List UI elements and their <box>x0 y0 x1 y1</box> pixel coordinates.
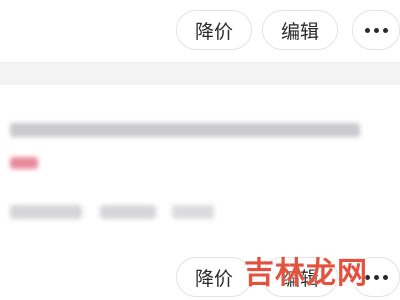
blurred-meta-2 <box>100 205 156 219</box>
listing-card: 降价 编辑 吉林龙网 <box>0 85 400 300</box>
more-button[interactable] <box>352 10 400 50</box>
price-down-label: 降价 <box>194 20 233 43</box>
price-down-button[interactable]: 降价 <box>176 10 252 50</box>
blurred-tag <box>10 157 38 169</box>
watermark: 吉林龙网 <box>244 256 368 291</box>
blurred-title-line <box>10 123 360 137</box>
edit-label: 编辑 <box>280 20 319 43</box>
blurred-meta-3 <box>172 205 214 219</box>
blurred-meta-1 <box>10 205 82 219</box>
price-down-label: 降价 <box>194 267 233 290</box>
price-down-button[interactable]: 降价 <box>176 257 252 297</box>
top-action-bar: 降价 编辑 <box>0 0 400 62</box>
section-separator <box>0 62 400 86</box>
edit-button[interactable]: 编辑 <box>262 10 338 50</box>
ellipsis-icon <box>364 27 388 33</box>
